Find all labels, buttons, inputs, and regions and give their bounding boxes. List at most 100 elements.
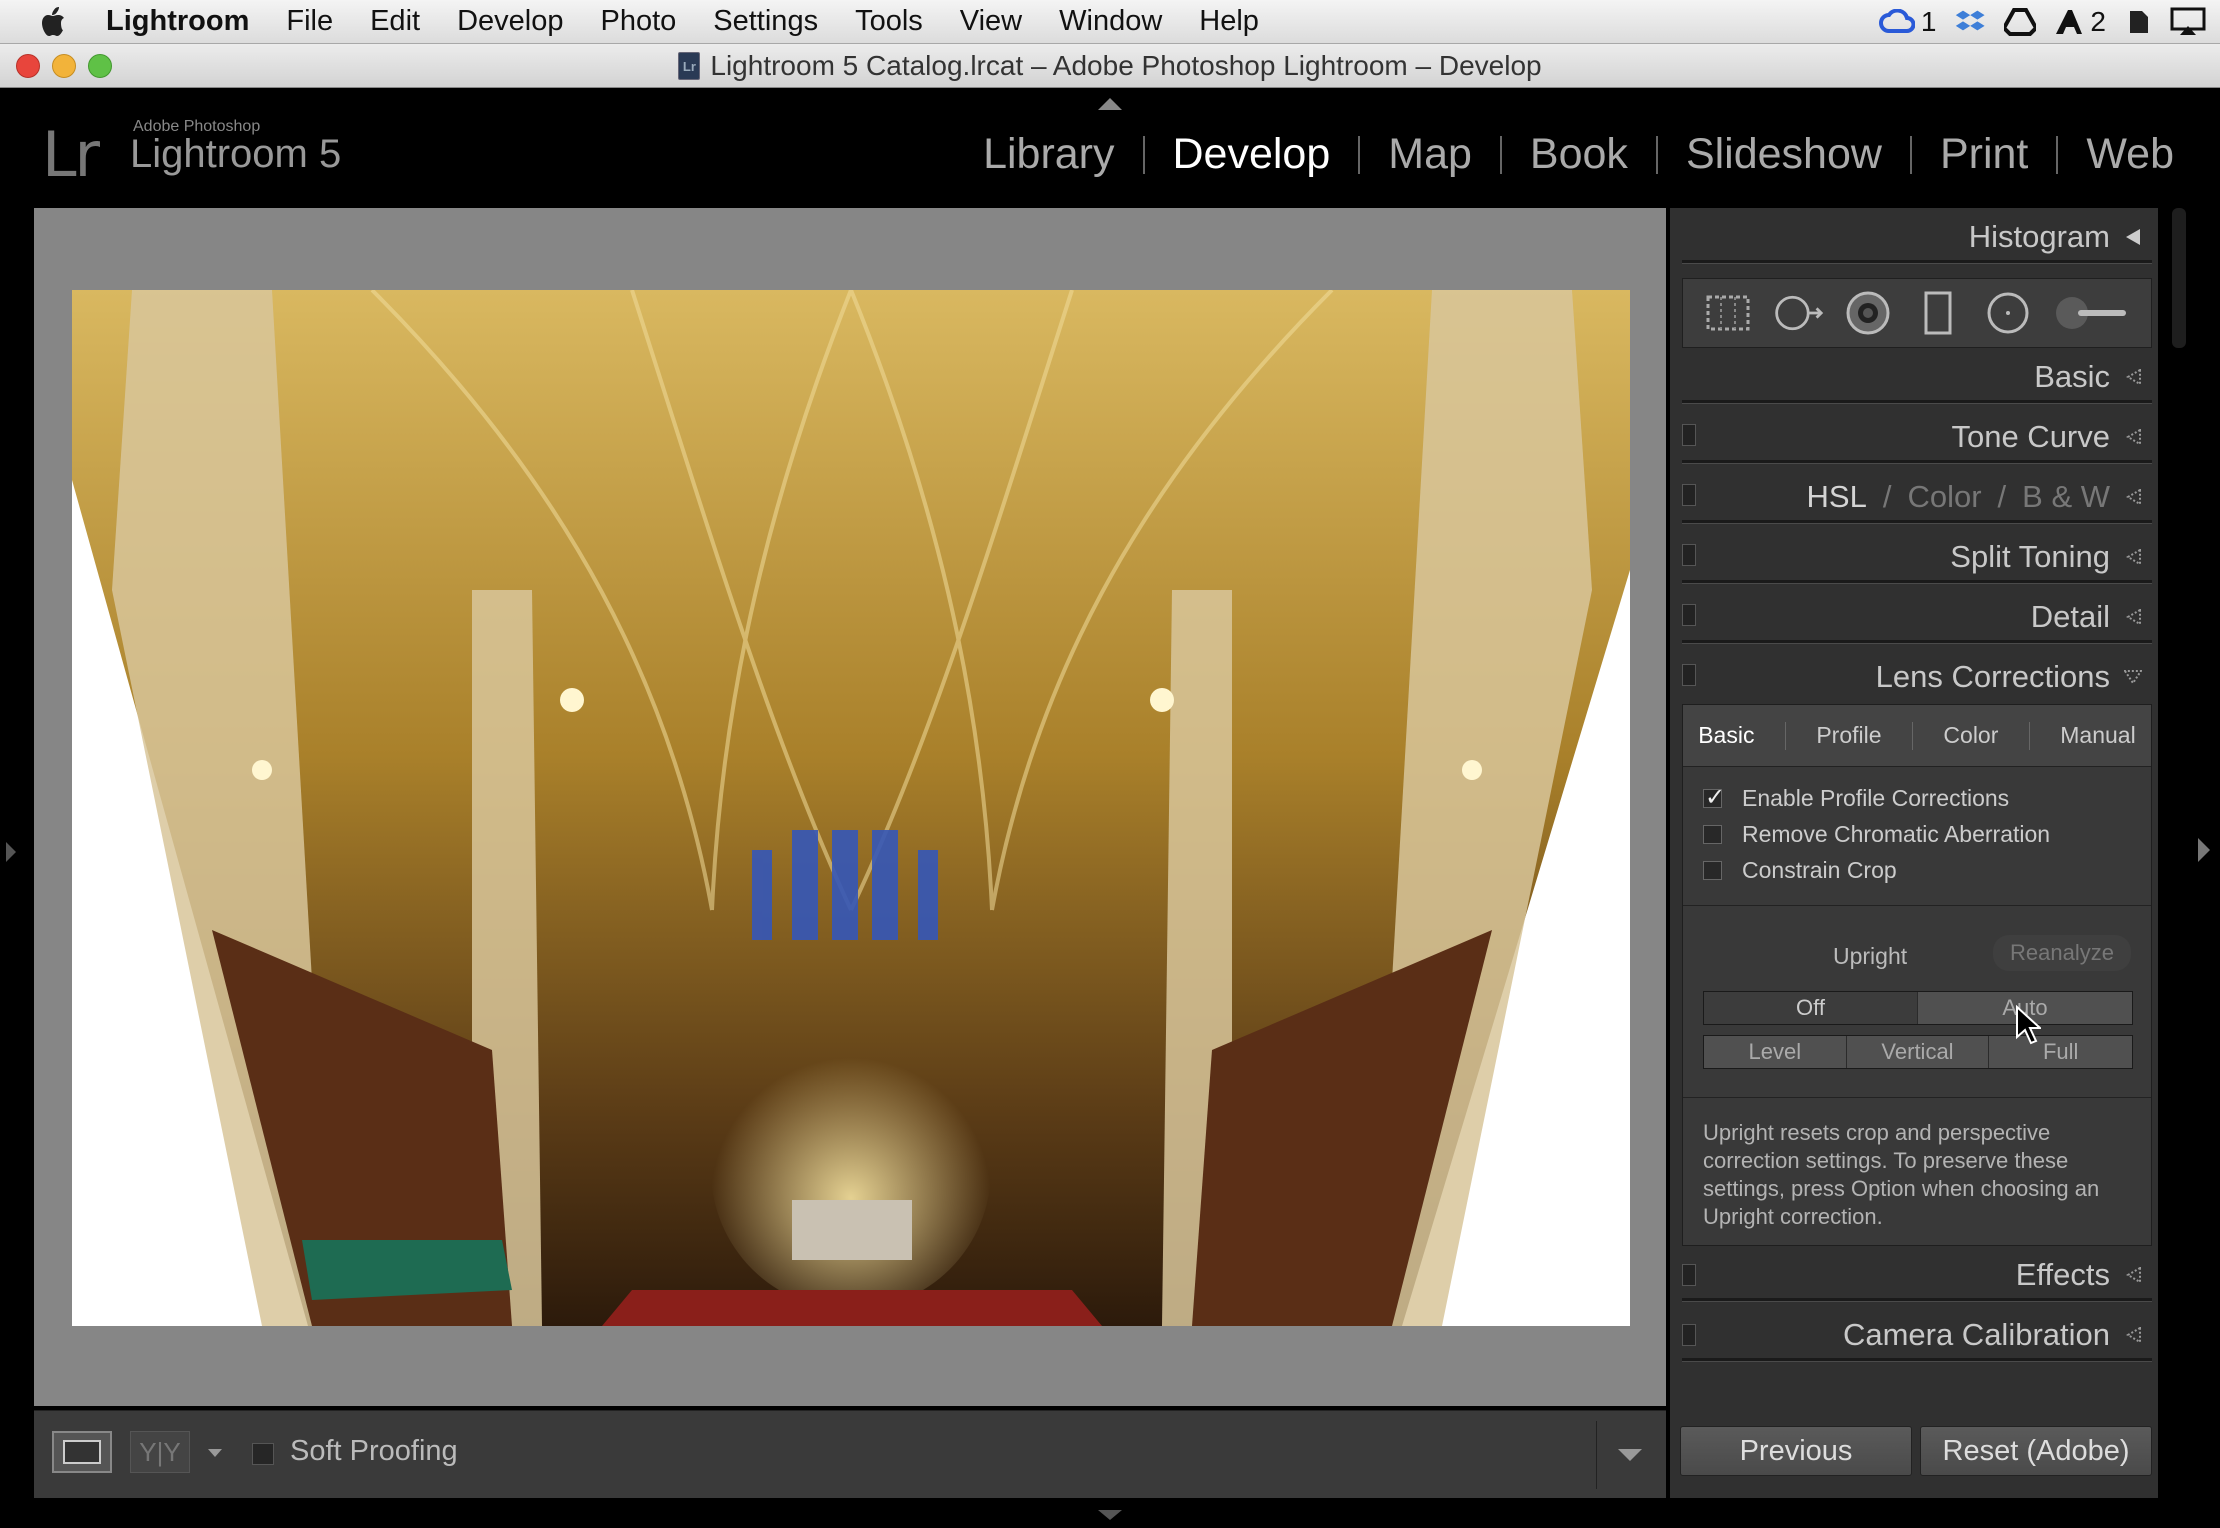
lens-corrections-body: Basic Profile Color Manual Enable Profil…: [1682, 704, 2152, 1246]
lens-tab-color[interactable]: Color: [1943, 722, 1998, 749]
module-slideshow[interactable]: Slideshow: [1658, 130, 1910, 179]
dropbox-icon[interactable]: [1954, 7, 1986, 37]
lr-logo: Lr: [42, 118, 100, 191]
lens-tab-manual[interactable]: Manual: [2060, 722, 2135, 749]
enable-profile-corrections[interactable]: Enable Profile Corrections: [1703, 783, 2010, 812]
graduated-filter-icon: [1924, 291, 1952, 335]
lens-tab-basic[interactable]: Basic: [1698, 722, 1754, 749]
apple-icon[interactable]: [38, 4, 72, 40]
google-drive-icon[interactable]: [2004, 8, 2037, 36]
remove-chromatic-aberration-checkbox[interactable]: [1703, 825, 1722, 844]
remove-chromatic-aberration-label: Remove Chromatic Aberration: [1742, 821, 2051, 847]
enable-profile-corrections-label: Enable Profile Corrections: [1742, 785, 2010, 811]
red-eye-tool[interactable]: [1842, 287, 1894, 339]
constrain-crop-checkbox[interactable]: [1703, 861, 1722, 880]
basic-section-header[interactable]: Basic: [1682, 354, 2152, 400]
evernote-icon[interactable]: [2124, 7, 2152, 37]
view-options-chevron-icon[interactable]: [208, 1449, 222, 1457]
menu-edit[interactable]: Edit: [370, 5, 420, 38]
module-book[interactable]: Book: [1502, 130, 1656, 179]
camera-calibration-section-header[interactable]: Camera Calibration: [1682, 1312, 2152, 1358]
adobe-tray-item[interactable]: 2: [2054, 6, 2106, 38]
upright-off-button[interactable]: Off: [1704, 992, 1918, 1024]
radial-filter-tool[interactable]: [1982, 287, 2034, 339]
camera-calibration-title: Camera Calibration: [1842, 1317, 2110, 1352]
histogram-header[interactable]: Histogram: [1682, 212, 2152, 262]
reanalyze-button[interactable]: Reanalyze: [1993, 935, 2131, 971]
adobe-application-manager-icon: [2056, 10, 2083, 34]
menu-tools[interactable]: Tools: [855, 5, 923, 38]
menu-view[interactable]: View: [960, 5, 1022, 38]
creative-cloud-icon: [1878, 9, 1915, 33]
photo-preview[interactable]: [72, 290, 1630, 1326]
section-divider: [1682, 580, 2152, 584]
menu-help[interactable]: Help: [1199, 5, 1259, 38]
enable-profile-corrections-checkbox[interactable]: [1703, 783, 1725, 812]
lens-corrections-section-header[interactable]: Lens Corrections: [1682, 654, 2152, 700]
adjustment-brush-tool[interactable]: [2052, 287, 2132, 339]
menu-app-name[interactable]: Lightroom: [106, 5, 249, 38]
adobe-count: 2: [2090, 6, 2106, 37]
split-toning-section-header[interactable]: Split Toning: [1682, 534, 2152, 580]
crop-tool[interactable]: [1702, 287, 1754, 339]
catalog-doc-icon: Lr: [678, 52, 701, 80]
window-title: Lr Lightroom 5 Catalog.lrcat – Adobe Pho…: [0, 44, 2220, 88]
effects-section-header[interactable]: Effects: [1682, 1252, 2152, 1298]
hsl-tab[interactable]: HSL: [1807, 479, 1867, 515]
upright-vertical-button[interactable]: Vertical: [1847, 1036, 1990, 1068]
airplay-icon[interactable]: [2170, 7, 2206, 37]
creative-cloud-tray-item[interactable]: 1: [1878, 6, 1936, 38]
remove-chromatic-aberration[interactable]: Remove Chromatic Aberration: [1703, 821, 2050, 848]
module-web[interactable]: Web: [2058, 130, 2202, 179]
section-collapsed-icon: [2126, 1327, 2141, 1343]
divider: [1683, 1097, 2151, 1098]
soft-proofing-checkbox[interactable]: [252, 1443, 274, 1465]
section-collapsed-icon: [2126, 609, 2141, 625]
graduated-filter-tool[interactable]: [1912, 287, 1964, 339]
menu-window[interactable]: Window: [1059, 5, 1162, 38]
module-develop[interactable]: Develop: [1145, 130, 1359, 179]
constrain-crop[interactable]: Constrain Crop: [1703, 857, 1897, 884]
module-map[interactable]: Map: [1360, 130, 1500, 179]
hsl-separator: /: [1882, 479, 1892, 514]
section-divider: [1682, 640, 2152, 644]
left-panel-toggle-icon[interactable]: [6, 842, 16, 862]
menu-photo[interactable]: Photo: [600, 5, 676, 38]
lens-tabs: Basic Profile Color Manual: [1683, 705, 2151, 767]
module-print[interactable]: Print: [1912, 130, 2056, 179]
previous-button[interactable]: Previous: [1680, 1426, 1912, 1476]
split-toning-title: Split Toning: [1950, 539, 2110, 574]
spot-removal-tool[interactable]: [1772, 287, 1824, 339]
right-panel-collapse-icon[interactable]: [2198, 838, 2210, 862]
upright-level-button[interactable]: Level: [1704, 1036, 1847, 1068]
module-header: Lr Adobe Photoshop Lightroom 5 Library D…: [0, 88, 2220, 200]
toolbar-menu-chevron-icon[interactable]: [1618, 1449, 1642, 1461]
lens-tab-profile[interactable]: Profile: [1816, 722, 1881, 749]
filmstrip-toggle-icon[interactable]: [1098, 1510, 1122, 1520]
color-tab[interactable]: Color: [1907, 479, 1981, 515]
loupe-view-button[interactable]: [52, 1431, 112, 1473]
tone-curve-section-header[interactable]: Tone Curve: [1682, 414, 2152, 460]
before-after-view-button[interactable]: Y|Y: [130, 1431, 190, 1473]
section-collapsed-icon: [2126, 489, 2141, 505]
brand-name: Lightroom 5: [130, 132, 342, 176]
toolbar-divider: [1596, 1421, 1597, 1489]
upright-mode-row-1: Off Auto: [1703, 991, 2133, 1025]
upright-mode-row-2: Level Vertical Full: [1703, 1035, 2133, 1069]
menu-file[interactable]: File: [286, 5, 333, 38]
module-library[interactable]: Library: [955, 130, 1142, 179]
panel-scrollbar[interactable]: [2172, 208, 2186, 348]
menu-settings[interactable]: Settings: [713, 5, 818, 38]
top-panel-toggle-icon[interactable]: [1098, 98, 1122, 110]
collapse-triangle-icon: [2126, 229, 2140, 245]
reset-button[interactable]: Reset (Adobe): [1920, 1426, 2152, 1476]
upright-full-button[interactable]: Full: [1989, 1036, 2132, 1068]
detail-section-header[interactable]: Detail: [1682, 594, 2152, 640]
bw-tab[interactable]: B & W: [2022, 479, 2110, 515]
menu-develop[interactable]: Develop: [457, 5, 563, 38]
section-expanded-icon: [2124, 670, 2142, 685]
tone-curve-title: Tone Curve: [1951, 419, 2110, 454]
hsl-section-header[interactable]: HSL / Color / B & W: [1682, 474, 2152, 520]
mouse-cursor-icon: [2016, 1005, 2041, 1045]
section-divider: [1682, 460, 2152, 464]
